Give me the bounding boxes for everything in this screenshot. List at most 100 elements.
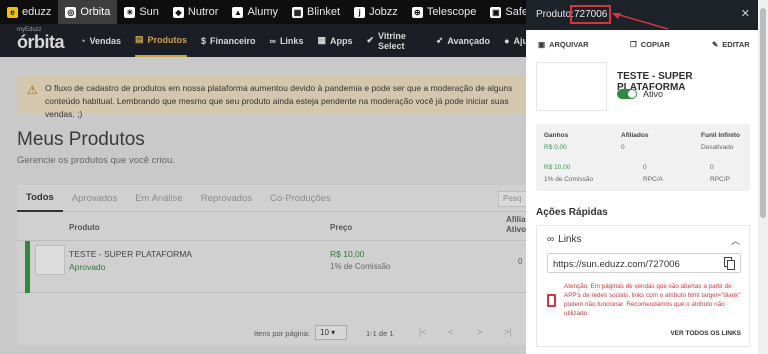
- app-sun[interactable]: ☀ Sun: [117, 0, 166, 24]
- sun-icon: ☀: [124, 6, 136, 18]
- link-warning-text: Atenção: Em páginas de vendas que são ab…: [564, 283, 741, 317]
- product-url: https://sun.eduzz.com/727006: [553, 259, 680, 270]
- nav-apps[interactable]: ▦ Apps: [317, 24, 352, 57]
- panel-product-name: TESTE - SUPER PLATAFORMA: [617, 71, 693, 93]
- app-telescope[interactable]: ⊕ Telescope: [405, 0, 484, 24]
- tab-em-analise[interactable]: Em Análise: [126, 185, 192, 212]
- table-header: Produto Preço Afilia Ativo: [17, 215, 528, 241]
- product-affiliates: 0: [518, 257, 523, 266]
- col-preco: Preço: [330, 223, 353, 232]
- rocket-icon: ➶: [435, 35, 444, 45]
- help-icon: ●: [504, 35, 510, 46]
- col-produto: Produto: [69, 223, 100, 232]
- warning-icon: ⚠: [27, 83, 38, 97]
- notice-text: O fluxo de cadastro de produtos em nossa…: [45, 83, 513, 119]
- product-tabs: Todos Aprovados Em Análise Reprovados Co…: [17, 185, 528, 212]
- link-icon: ∞: [547, 234, 555, 245]
- status-stripe: [25, 241, 30, 293]
- table-row[interactable]: TESTE - SUPER PLATAFORMA Aprovado R$ 10,…: [17, 241, 528, 293]
- scrollbar-thumb[interactable]: [760, 8, 766, 218]
- search-input[interactable]: Pesq: [498, 191, 528, 207]
- afiliados-label: Afiliados: [621, 132, 649, 139]
- sales-icon: ◔: [80, 35, 86, 46]
- product-name: TESTE - SUPER PLATAFORMA: [69, 249, 192, 259]
- eduzz-icon: e: [7, 6, 18, 18]
- jobzz-icon: j: [354, 6, 366, 18]
- pagination: Itens por página: 10 ▾ 1-1 de 1 |< < > >…: [17, 325, 528, 341]
- active-toggle[interactable]: [617, 89, 637, 99]
- links-section: ∞ Links ︿ https://sun.eduzz.com/727006 At…: [536, 225, 750, 347]
- main-page: myEduzz órbita ◔ Vendas ▤ Produtos $ Financ…: [0, 24, 528, 354]
- product-url-field[interactable]: https://sun.eduzz.com/727006: [547, 253, 741, 273]
- app-jobzz[interactable]: j Jobzz: [347, 0, 405, 24]
- product-status: Aprovado: [69, 262, 106, 272]
- link-icon: ∞: [269, 35, 276, 46]
- product-id-highlight: 727006: [570, 5, 612, 24]
- close-icon[interactable]: ✕: [741, 7, 750, 20]
- chevron-down-icon: ▾: [331, 328, 336, 337]
- product-commission: 1% de Comissão: [330, 262, 391, 271]
- nutror-icon: ◆: [172, 6, 184, 18]
- app-alumy[interactable]: ▲ Alumy: [225, 0, 285, 24]
- tab-aprovados[interactable]: Aprovados: [63, 185, 126, 212]
- afiliados-value: 0: [621, 144, 625, 151]
- first-page-icon[interactable]: |<: [419, 327, 427, 337]
- main-nav: ◔ Vendas ▤ Produtos $ Financeiro ∞ Links ▦ Ap…: [80, 24, 528, 57]
- nav-financeiro[interactable]: $ Financeiro: [201, 24, 256, 57]
- nav-produtos[interactable]: ▤ Produtos: [134, 24, 187, 57]
- page-title: Meus Produtos: [17, 129, 145, 150]
- tab-co-producoes[interactable]: Co-Produções: [261, 185, 340, 212]
- product-thumbnail: [35, 245, 65, 275]
- annotation-arrow-icon: [612, 13, 669, 30]
- nav-vendas[interactable]: ◔ Vendas: [80, 24, 121, 57]
- nav-links[interactable]: ∞ Links: [270, 24, 304, 57]
- tab-todos[interactable]: Todos: [17, 185, 63, 212]
- orbita-header: myEduzz órbita ◔ Vendas ▤ Produtos $ Financ…: [0, 24, 528, 57]
- archive-button[interactable]: ▣ ARQUIVAR: [538, 40, 589, 49]
- items-per-page-label: Itens por página:: [254, 329, 310, 338]
- apps-icon: ▦: [317, 35, 326, 45]
- copy-url-icon[interactable]: [724, 257, 735, 270]
- stats-commission: 1% de Comissão: [544, 176, 594, 183]
- edit-icon: ✎: [712, 40, 719, 49]
- links-toggle[interactable]: ∞ Links: [547, 234, 582, 245]
- product-side-panel: Produto: 727006 ✕ ▣ ARQUIVAR ❐ COPIAR ✎ EDI…: [526, 0, 758, 354]
- link-warning: Atenção: Em páginas de vendas que são ab…: [547, 282, 741, 327]
- items-per-page-select[interactable]: 10 ▾: [315, 325, 347, 340]
- products-icon: ▤: [134, 34, 144, 44]
- nav-vitrine-select[interactable]: ✔ Vitrine Select: [366, 24, 421, 57]
- blinket-icon: ▦: [292, 6, 304, 18]
- mobile-warning-icon: [547, 294, 556, 307]
- prev-page-icon[interactable]: <: [448, 327, 453, 337]
- chevron-up-icon[interactable]: ︿: [731, 234, 740, 247]
- rpca-value: 0: [643, 164, 647, 171]
- next-page-icon[interactable]: >: [477, 327, 482, 337]
- app-eduzz[interactable]: e eduzz: [0, 0, 58, 24]
- nav-avancado[interactable]: ➶ Avançado: [436, 24, 490, 57]
- panel-header: Produto: 727006 ✕: [526, 0, 758, 30]
- funil-value: Desativado: [701, 144, 734, 151]
- rpcp-value: 0: [710, 164, 714, 171]
- moderation-notice: ⚠ O fluxo de cadastro de produtos em nos…: [17, 75, 528, 119]
- tab-reprovados[interactable]: Reprovados: [192, 185, 261, 212]
- page-subtitle: Gerencie os produtos que você criou.: [17, 155, 175, 166]
- panel-label: Produto:: [536, 9, 574, 20]
- col-afiliados: Afilia Ativo: [506, 215, 526, 234]
- copy-icon: ❐: [630, 40, 637, 49]
- nav-ajuda[interactable]: ● Aju: [504, 24, 528, 57]
- rpcp-label: RPC/P: [710, 176, 730, 183]
- ganhos-label: Ganhos: [544, 132, 569, 139]
- app-blinket[interactable]: ▦ Blinket: [285, 0, 347, 24]
- app-nutror[interactable]: ◆ Nutror: [166, 0, 226, 24]
- quick-actions-title: Ações Rápidas: [536, 207, 608, 218]
- alumy-icon: ▲: [232, 6, 244, 18]
- app-orbita[interactable]: ◎ Orbita: [58, 0, 118, 24]
- archive-icon: ▣: [538, 40, 546, 49]
- copy-button[interactable]: ❐ COPIAR: [630, 40, 670, 49]
- panel-actions: ▣ ARQUIVAR ❐ COPIAR ✎ EDITAR: [526, 38, 758, 52]
- orbita-logo: órbita: [17, 32, 65, 52]
- product-stats: Ganhos Afiliados Funil Infinito R$ 0,00 …: [536, 124, 750, 191]
- edit-button[interactable]: ✎ EDITAR: [712, 40, 750, 49]
- see-all-links-button[interactable]: VER TODOS OS LINKS: [670, 330, 741, 337]
- last-page-icon[interactable]: >|: [504, 327, 512, 337]
